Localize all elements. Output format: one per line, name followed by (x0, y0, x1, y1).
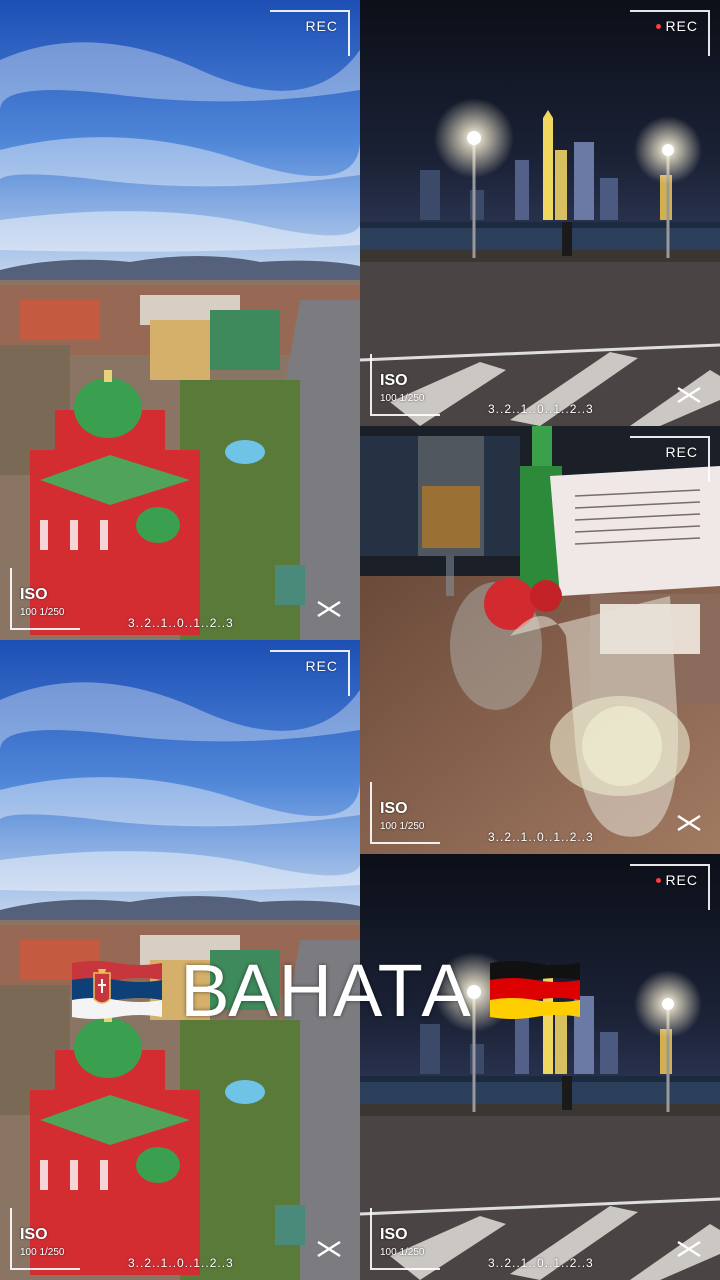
photo-tile-church-top: REC ISO 100 1/250 3..2..1..0..1..2..3 (0, 0, 360, 640)
shutter-label: 100 1/250 (380, 1247, 425, 1258)
capcut-icon (677, 1240, 701, 1258)
iso-label: ISO (20, 1226, 48, 1243)
exposure-scale: 3..2..1..0..1..2..3 (128, 1256, 234, 1270)
capcut-icon (317, 1240, 341, 1258)
rec-indicator: REC (656, 872, 698, 888)
rec-dot-icon (656, 23, 662, 29)
exposure-scale: 3..2..1..0..1..2..3 (488, 1256, 594, 1270)
caption-text: ВАНАТА (180, 948, 472, 1032)
iso-label: ISO (20, 586, 48, 603)
rec-indicator: REC (656, 18, 698, 34)
iso-label: ISO (380, 800, 408, 817)
rec-indicator: REC (665, 444, 698, 460)
shutter-label: 100 1/250 (380, 393, 425, 404)
caption-overlay: ВАНАТА (66, 948, 586, 1032)
rec-indicator: REC (305, 658, 338, 674)
exposure-scale: 3..2..1..0..1..2..3 (488, 402, 594, 416)
church-aerial-scene (0, 0, 360, 640)
iso-label: ISO (380, 372, 408, 389)
capcut-icon (677, 814, 701, 832)
photo-tile-skyline-bottom: REC ISO 100 1/250 3..2..1..0..1..2..3 (360, 854, 720, 1280)
exposure-scale: 3..2..1..0..1..2..3 (488, 830, 594, 844)
exposure-scale: 3..2..1..0..1..2..3 (128, 616, 234, 630)
shutter-label: 100 1/250 (20, 607, 65, 618)
shutter-label: 100 1/250 (380, 821, 425, 832)
shutter-label: 100 1/250 (20, 1247, 65, 1258)
photo-tile-drinks: REC ISO 100 1/250 3..2..1..0..1..2..3 (360, 426, 720, 854)
iso-label: ISO (380, 1226, 408, 1243)
rec-indicator: REC (305, 18, 338, 34)
capcut-icon (317, 600, 341, 618)
serbia-flag-icon (72, 961, 163, 1019)
photo-tile-skyline-top: REC ISO 100 1/250 3..2..1..0..1..2..3 (360, 0, 720, 426)
germany-flag-icon (489, 961, 580, 1019)
capcut-icon (677, 386, 701, 404)
rec-dot-icon (656, 877, 662, 883)
